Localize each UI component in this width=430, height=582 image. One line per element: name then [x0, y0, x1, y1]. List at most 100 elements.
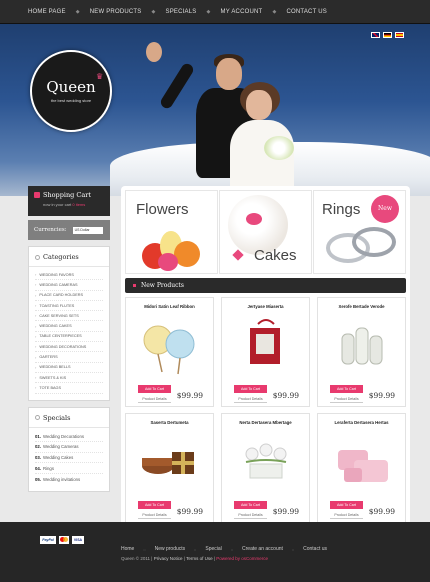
- es-flag-icon[interactable]: [395, 32, 404, 38]
- rings-image: [322, 223, 402, 269]
- product-name[interactable]: Saserta Dertumeta: [126, 420, 213, 425]
- footer-links: Home :: New products :: Special :: Creat…: [121, 546, 327, 552]
- category-label[interactable]: TOASTING FLUTES: [39, 304, 74, 308]
- privacy-notice-link[interactable]: Privacy Notice: [154, 556, 183, 561]
- footer-link-new-products[interactable]: New products: [155, 546, 186, 552]
- categories-title: Categories: [29, 247, 109, 267]
- product-details-button[interactable]: Product Details: [234, 396, 267, 403]
- category-label[interactable]: WEDDING CAMERAS: [39, 283, 77, 287]
- category-label[interactable]: WEDDING BELLS: [39, 365, 70, 369]
- nav-separator: ◆: [206, 9, 211, 15]
- nav-new-products[interactable]: NEW PRODUCTS ◆: [90, 9, 166, 15]
- bullet-icon: ›: [35, 385, 37, 391]
- special-label[interactable]: Rings: [43, 466, 54, 471]
- powered-by-link[interactable]: Powered by osCommerce: [216, 556, 268, 561]
- footer-link-special[interactable]: Special: [205, 546, 221, 552]
- currency-select[interactable]: US Dollar: [72, 226, 103, 234]
- category-item[interactable]: › CAKE SERVING SETS: [35, 311, 103, 322]
- category-item[interactable]: › WEDDING BELLS: [35, 363, 103, 373]
- nav-my-account-label[interactable]: MY ACCOUNT: [221, 9, 263, 15]
- site-logo[interactable]: ♛ Queen the best wedding store: [30, 50, 112, 132]
- special-item[interactable]: 02. Wedding Cameras: [35, 442, 103, 453]
- footer-separator: ::: [143, 546, 146, 552]
- special-label[interactable]: Wedding Decorations: [43, 434, 84, 439]
- flowers-image: [140, 229, 202, 273]
- product-name[interactable]: Xerofe Bertade Verode: [318, 304, 405, 309]
- footer-link-contact-us[interactable]: Contact us: [303, 546, 327, 552]
- product-name[interactable]: Nerta Dertasera Mbertage: [222, 420, 309, 425]
- product-details-button[interactable]: Product Details: [138, 512, 171, 519]
- category-label[interactable]: WEDDING DECORATIONS: [39, 345, 86, 349]
- category-item[interactable]: › TOTE BAGS: [35, 383, 103, 394]
- category-label[interactable]: TOTE BAGS: [39, 386, 61, 390]
- footer-link-home[interactable]: Home: [121, 546, 134, 552]
- category-item[interactable]: › WEDDING CAKES: [35, 321, 103, 332]
- nav-specials[interactable]: SPECIALS ◆: [166, 9, 221, 15]
- nav-new-products-label[interactable]: NEW PRODUCTS: [90, 9, 142, 15]
- product-details-button[interactable]: Product Details: [330, 512, 363, 519]
- special-label[interactable]: Wedding Cameras: [43, 444, 79, 449]
- nav-my-account[interactable]: MY ACCOUNT ◆: [221, 9, 287, 15]
- add-to-cart-button[interactable]: Add To Cart: [138, 501, 171, 509]
- add-to-cart-button[interactable]: Add To Cart: [330, 385, 363, 393]
- cart-count[interactable]: 0 items: [72, 202, 85, 207]
- add-to-cart-button[interactable]: Add To Cart: [234, 385, 267, 393]
- shopping-cart-box[interactable]: Shopping Cart now in your cart 0 items: [28, 186, 110, 216]
- special-number: 02.: [35, 444, 41, 450]
- add-to-cart-button[interactable]: Add To Cart: [330, 501, 363, 509]
- glass-bottles-image: [341, 327, 383, 365]
- special-item[interactable]: 05. Wedding invitations: [35, 474, 103, 485]
- nav-home-label[interactable]: HOME PAGE: [28, 9, 66, 15]
- product-details-button[interactable]: Product Details: [138, 396, 171, 403]
- category-item[interactable]: › WEDDING DECORATIONS: [35, 342, 103, 353]
- special-item[interactable]: 01. Wedding Decorations: [35, 432, 103, 443]
- promo-cakes[interactable]: Cakes: [219, 190, 312, 274]
- bullet-icon: ›: [35, 333, 37, 339]
- footer-link-create-account[interactable]: Create an account: [242, 546, 283, 552]
- en-flag-icon[interactable]: [371, 32, 380, 38]
- add-to-cart-button[interactable]: Add To Cart: [234, 501, 267, 509]
- category-item[interactable]: › TOASTING FLUTES: [35, 301, 103, 312]
- de-flag-icon[interactable]: [383, 32, 392, 38]
- terms-of-use-link[interactable]: Terms of Use: [186, 556, 213, 561]
- special-item[interactable]: 04. Rings: [35, 463, 103, 474]
- category-label[interactable]: SWEETS & KIS: [39, 376, 66, 380]
- category-label[interactable]: WEDDING CAKES: [39, 324, 71, 328]
- special-number: 01.: [35, 433, 41, 439]
- logo-tagline: the best wedding store: [50, 98, 92, 103]
- top-navigation: HOME PAGE ◆ NEW PRODUCTS ◆ SPECIALS ◆ MY AC…: [0, 0, 430, 24]
- bullet-icon: ›: [35, 375, 37, 381]
- category-label[interactable]: WEDDING FAVORS: [39, 273, 74, 277]
- category-label[interactable]: GARTERS: [39, 355, 57, 359]
- product-name[interactable]: Jertyase Miaserta: [222, 304, 309, 309]
- new-products-header: New Products: [125, 278, 406, 293]
- nav-specials-label[interactable]: SPECIALS: [166, 9, 197, 15]
- category-item[interactable]: › PLACE CARD HOLDERS: [35, 291, 103, 301]
- category-item[interactable]: › SWEETS & KIS: [35, 373, 103, 384]
- promo-flowers[interactable]: Flowers: [125, 190, 218, 274]
- category-label[interactable]: TABLE CENTERPIECES: [39, 334, 81, 338]
- footer-separator: ::: [230, 546, 234, 552]
- bullet-icon: ›: [35, 354, 37, 360]
- nav-contact-us[interactable]: CONTACT US: [286, 9, 326, 15]
- add-to-cart-button[interactable]: Add To Cart: [138, 385, 171, 393]
- category-label[interactable]: CAKE SERVING SETS: [39, 314, 78, 318]
- nav-contact-us-label[interactable]: CONTACT US: [286, 9, 326, 15]
- category-item[interactable]: › GARTERS: [35, 352, 103, 363]
- product-name[interactable]: Leraferta Dertasera Hertas: [318, 420, 405, 425]
- product-card: Jertyase Miaserta Add To Cart Product De…: [221, 297, 310, 407]
- promo-rings[interactable]: Rings New: [313, 190, 406, 274]
- new-products-title: New Products: [141, 282, 184, 289]
- special-label[interactable]: Wedding Cakes: [43, 455, 73, 460]
- product-details-button[interactable]: Product Details: [234, 512, 267, 519]
- product-details-button[interactable]: Product Details: [330, 396, 363, 403]
- special-item[interactable]: 03. Wedding Cakes: [35, 453, 103, 464]
- product-name[interactable]: Midori Satin Leaf Ribbon: [126, 304, 213, 309]
- category-item[interactable]: › TABLE CENTERPIECES: [35, 332, 103, 343]
- nav-home[interactable]: HOME PAGE ◆: [28, 9, 90, 15]
- product-price: $99.99: [176, 391, 203, 400]
- category-item[interactable]: › WEDDING FAVORS: [35, 270, 103, 281]
- category-label[interactable]: PLACE CARD HOLDERS: [39, 293, 83, 297]
- category-item[interactable]: › WEDDING CAMERAS: [35, 280, 103, 291]
- special-label[interactable]: Wedding invitations: [43, 477, 80, 482]
